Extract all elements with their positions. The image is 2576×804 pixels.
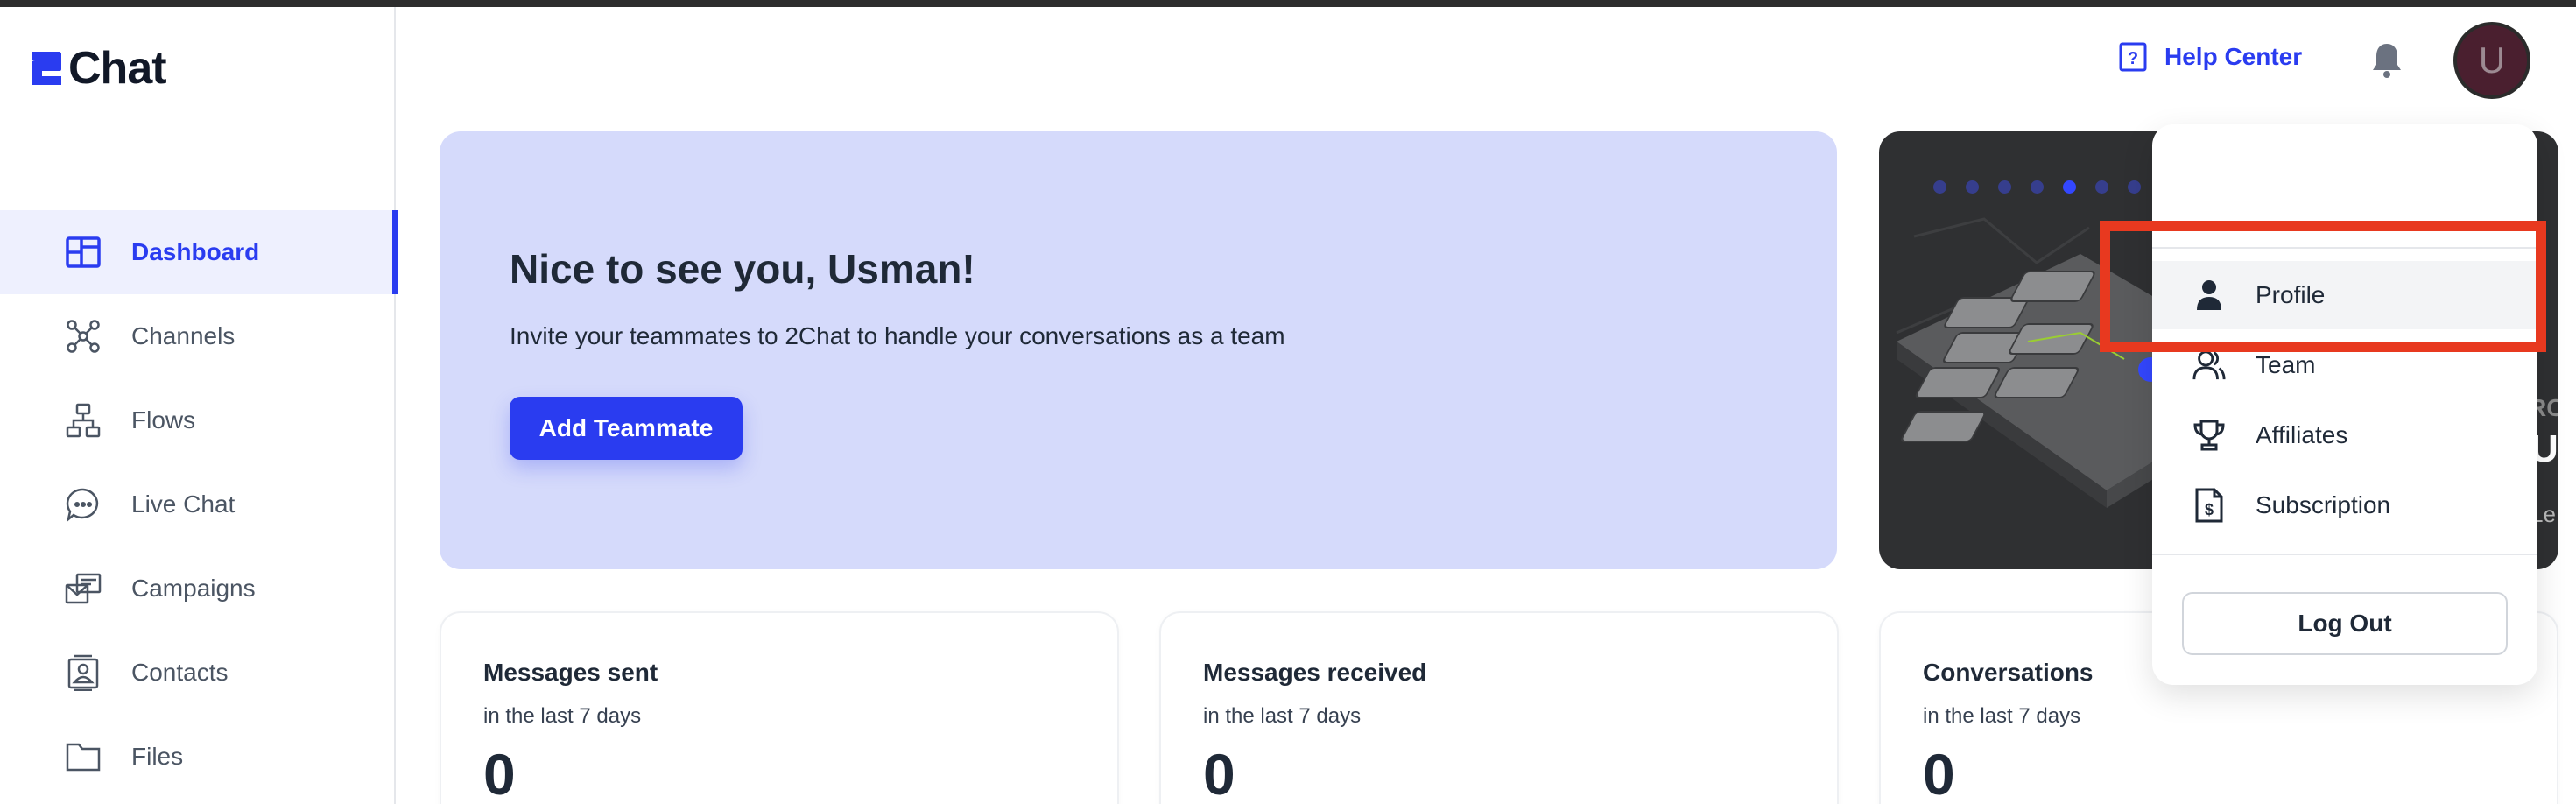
carousel-dot[interactable] <box>2128 180 2141 194</box>
notifications-button[interactable] <box>2369 40 2404 79</box>
flows-icon <box>65 402 102 439</box>
sidebar-item-flows[interactable]: Flows <box>0 378 396 462</box>
stat-period: in the last 7 days <box>1923 704 2081 728</box>
sidebar-item-label: Contacts <box>131 659 229 686</box>
top-border <box>0 0 2576 7</box>
sidebar-item-campaigns[interactable]: Campaigns <box>0 547 396 631</box>
channels-icon <box>65 318 102 355</box>
stat-title: Conversations <box>1923 659 2094 686</box>
welcome-subtitle: Invite your teammates to 2Chat to handle… <box>510 322 1285 349</box>
sidebar: Chat Dashboard Channels Flows Live Chat <box>0 7 398 804</box>
trophy-icon <box>2192 418 2226 453</box>
stat-value: 0 <box>1923 742 1955 804</box>
stat-title: Messages sent <box>483 659 658 686</box>
sidebar-item-label: Live Chat <box>131 490 236 518</box>
carousel-dot[interactable] <box>1933 180 1946 194</box>
carousel-dot[interactable] <box>2095 180 2108 194</box>
invoice-icon: $ <box>2192 488 2226 523</box>
sidebar-item-dashboard[interactable]: Dashboard <box>0 210 398 294</box>
menu-item-affiliates[interactable]: Affiliates <box>2152 401 2537 469</box>
logo-mark-icon <box>32 52 61 85</box>
sidebar-nav: Dashboard Channels Flows Live Chat Campa… <box>0 210 398 799</box>
sidebar-item-contacts[interactable]: Contacts <box>0 631 396 715</box>
svg-text:?: ? <box>2128 49 2138 68</box>
campaigns-icon <box>65 570 102 607</box>
help-center-link[interactable]: ? Help Center <box>2119 42 2302 72</box>
stat-card-messages-sent: Messages sent in the last 7 days 0 <box>440 611 1119 804</box>
user-menu: Profile Team Affiliates $ Subscription L… <box>2152 124 2537 685</box>
folder-icon <box>65 738 102 775</box>
menu-item-label: Profile <box>2256 281 2326 308</box>
dashboard-icon <box>65 234 102 271</box>
sidebar-item-files[interactable]: Files <box>0 715 396 799</box>
bell-icon <box>2373 44 2401 78</box>
menu-item-team[interactable]: Team <box>2152 331 2537 399</box>
log-out-button[interactable]: Log Out <box>2182 592 2508 655</box>
sidebar-item-label: Dashboard <box>131 238 260 265</box>
menu-item-subscription[interactable]: $ Subscription <box>2152 471 2537 540</box>
sidebar-item-label: Campaigns <box>131 575 256 602</box>
contacts-icon <box>65 654 102 691</box>
carousel-dot[interactable] <box>1998 180 2011 194</box>
sidebar-item-label: Channels <box>131 322 236 349</box>
stat-period: in the last 7 days <box>483 704 642 728</box>
stat-title: Messages received <box>1203 659 1427 686</box>
menu-item-profile[interactable]: Profile <box>2152 261 2537 329</box>
menu-item-label: Subscription <box>2256 491 2391 518</box>
team-icon <box>2192 348 2226 383</box>
sidebar-item-channels[interactable]: Channels <box>0 294 396 378</box>
carousel-dot[interactable] <box>2031 180 2044 194</box>
carousel-dots <box>1933 180 2141 194</box>
welcome-card: Nice to see you, Usman! Invite your team… <box>440 131 1837 569</box>
carousel-dot-active[interactable] <box>2063 180 2076 194</box>
carousel-dot[interactable] <box>1966 180 1979 194</box>
menu-divider <box>2152 554 2537 555</box>
question-icon: ? <box>2119 42 2147 72</box>
sidebar-item-label: Files <box>131 743 184 770</box>
stat-period: in the last 7 days <box>1203 704 1362 728</box>
sidebar-item-live-chat[interactable]: Live Chat <box>0 462 396 547</box>
menu-divider <box>2152 247 2537 249</box>
stat-value: 0 <box>483 742 516 804</box>
svg-text:$: $ <box>2205 501 2214 518</box>
logo[interactable]: Chat <box>28 43 167 94</box>
sidebar-item-label: Flows <box>131 406 196 434</box>
stat-value: 0 <box>1203 742 1235 804</box>
help-center-label: Help Center <box>2164 43 2303 70</box>
chat-bubble-icon <box>65 486 102 523</box>
stat-card-messages-received: Messages received in the last 7 days 0 <box>1159 611 1839 804</box>
logo-text: Chat <box>68 43 167 94</box>
avatar-initial: U <box>2478 39 2506 81</box>
add-teammate-button[interactable]: Add Teammate <box>510 397 743 460</box>
welcome-title: Nice to see you, Usman! <box>510 246 975 292</box>
menu-item-label: Team <box>2256 351 2316 378</box>
person-icon <box>2192 278 2226 313</box>
avatar[interactable]: U <box>2453 22 2530 99</box>
menu-item-label: Affiliates <box>2256 421 2348 448</box>
